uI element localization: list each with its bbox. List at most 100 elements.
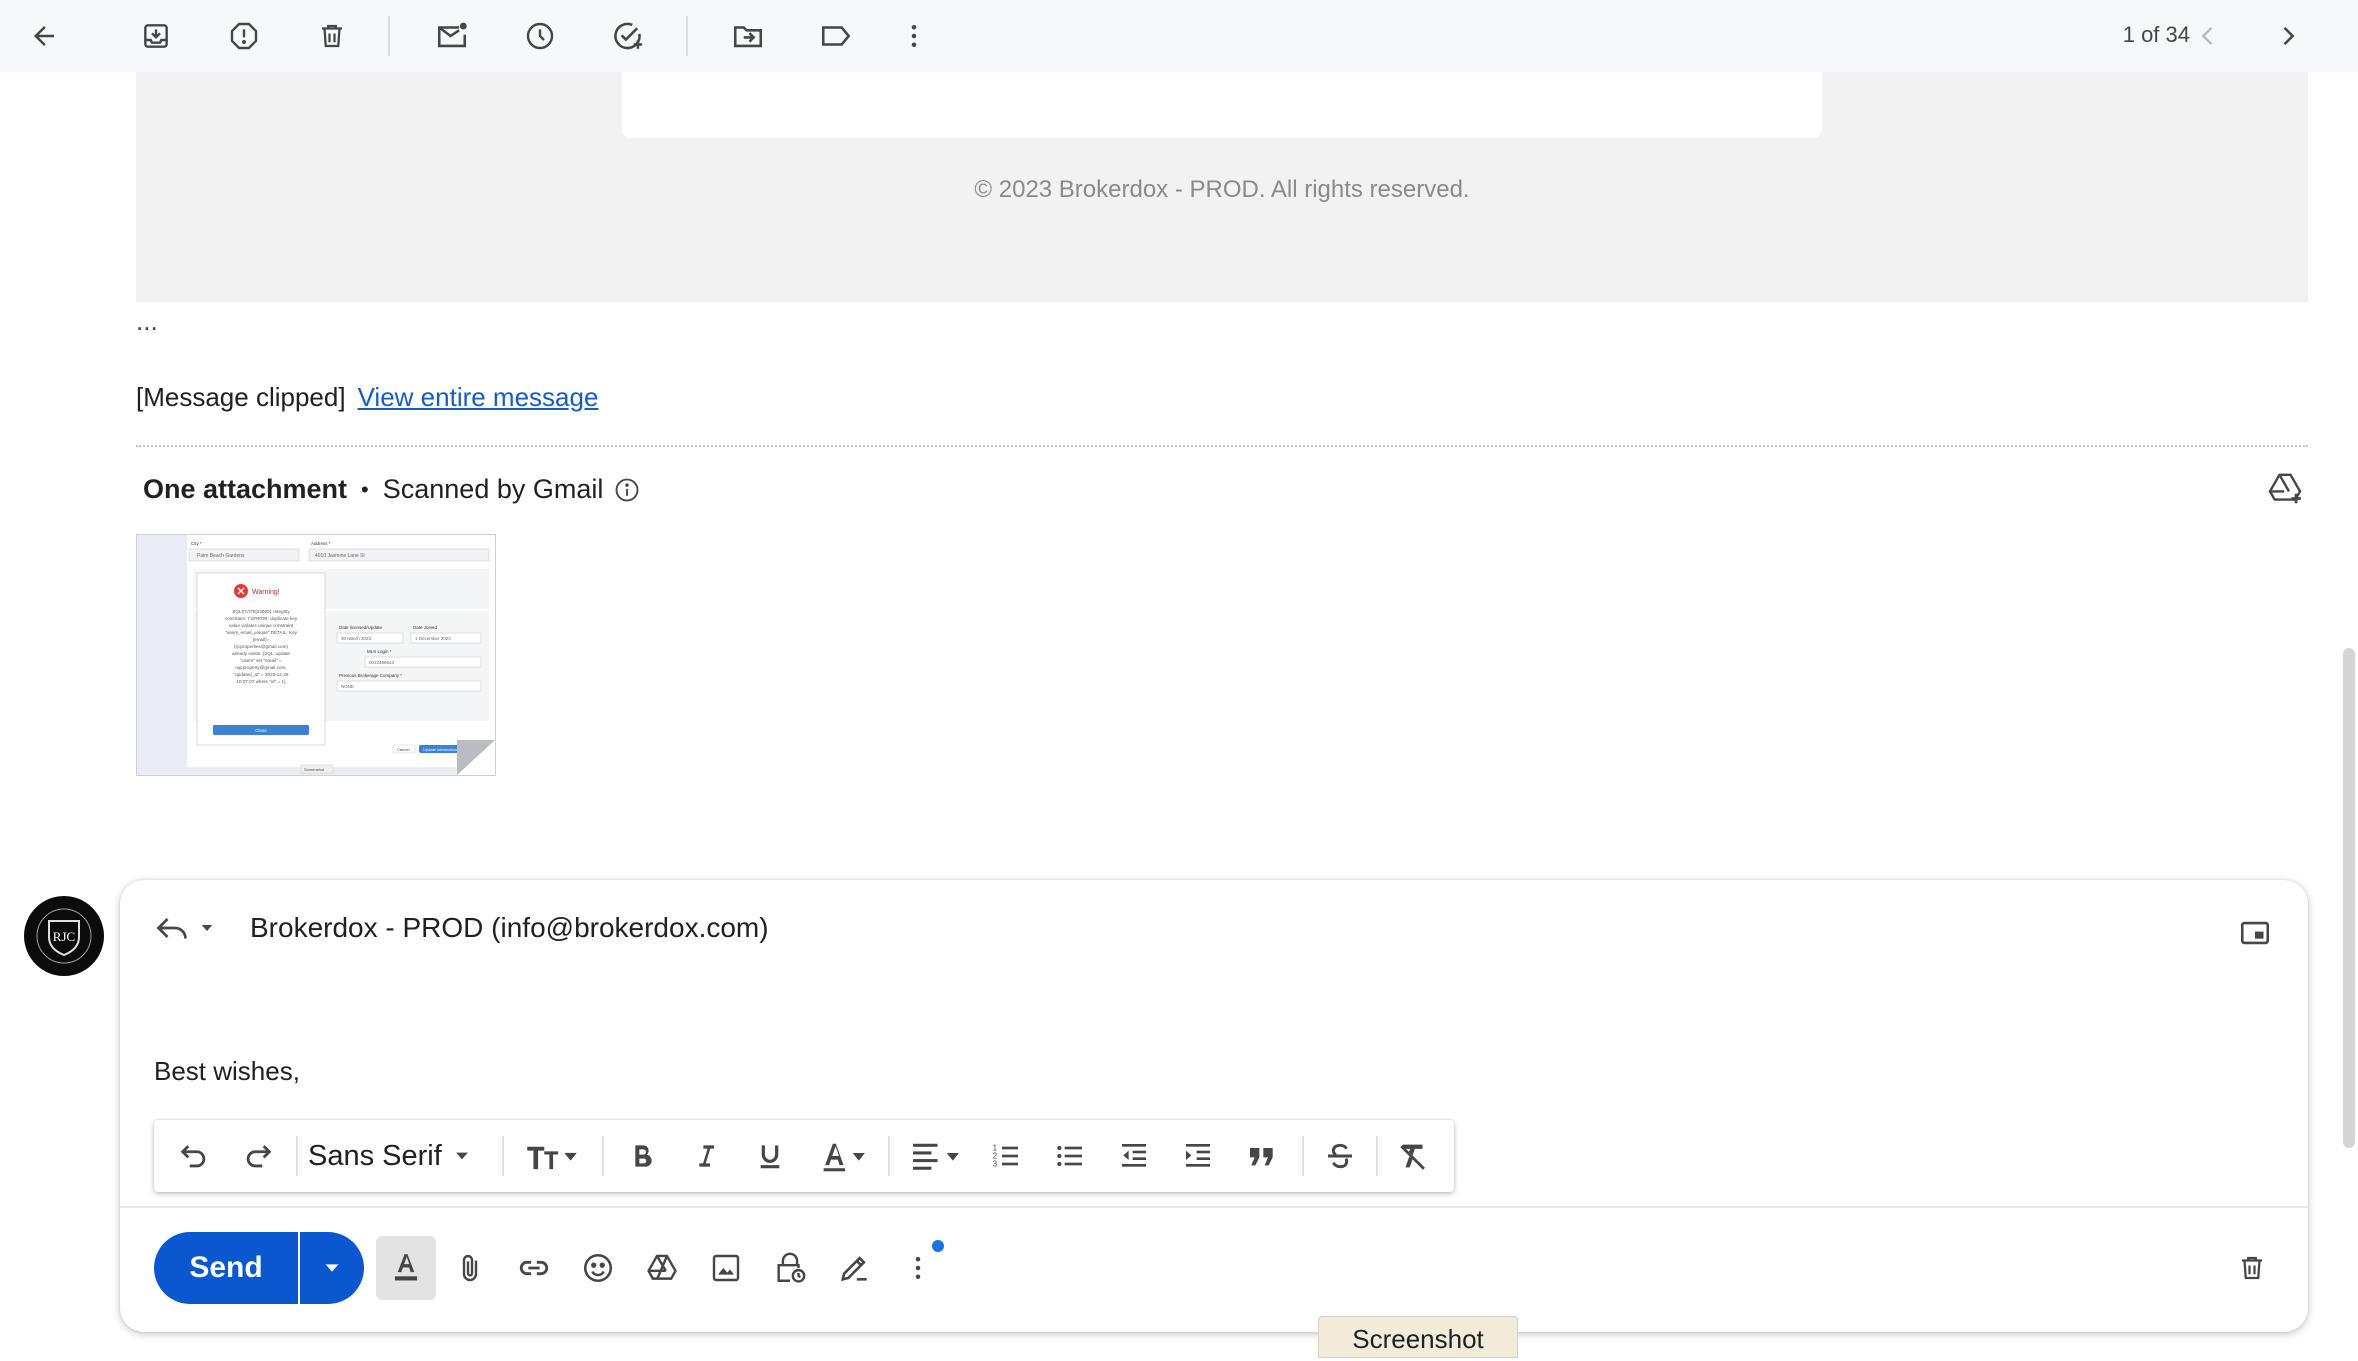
avatar[interactable]: RJC bbox=[24, 896, 104, 976]
thumb-date-value-1: 30 March 2023 bbox=[341, 636, 372, 641]
underline-button[interactable] bbox=[744, 1132, 796, 1180]
indent-more-icon bbox=[1182, 1140, 1214, 1172]
italic-icon bbox=[690, 1140, 722, 1172]
older-button[interactable] bbox=[2258, 14, 2318, 58]
insert-photo-button[interactable] bbox=[696, 1236, 756, 1300]
numbered-list-icon: 123 bbox=[990, 1140, 1022, 1172]
snooze-button[interactable] bbox=[510, 14, 570, 58]
newer-button[interactable] bbox=[2178, 14, 2238, 58]
thumb-error-line: "users_email_unique" DETAIL: Key bbox=[225, 630, 298, 635]
confidential-mode-button[interactable] bbox=[760, 1236, 820, 1300]
attach-files-button[interactable] bbox=[440, 1236, 500, 1300]
notification-dot bbox=[932, 1240, 944, 1252]
numbered-list-button[interactable]: 123 bbox=[980, 1132, 1032, 1180]
bulleted-list-button[interactable] bbox=[1044, 1132, 1096, 1180]
align-left-icon bbox=[910, 1139, 962, 1173]
thumb-prev-value: NONE bbox=[341, 684, 354, 689]
separator-dot: • bbox=[361, 476, 369, 502]
svg-text:3: 3 bbox=[993, 1160, 998, 1169]
pop-out-reply-button[interactable] bbox=[2238, 916, 2272, 950]
remove-formatting-button[interactable] bbox=[1388, 1132, 1440, 1180]
align-button[interactable] bbox=[902, 1132, 970, 1180]
font-family-value: Sans Serif bbox=[308, 1139, 442, 1172]
more-actions-button[interactable] bbox=[884, 14, 944, 58]
archive-button[interactable] bbox=[126, 14, 186, 58]
thumb-screenshot-tag: Screenshot bbox=[304, 767, 325, 772]
thumb-error-line: "updated_at" = 2023-12-25 bbox=[234, 672, 289, 677]
delete-button[interactable] bbox=[302, 14, 362, 58]
send-options-button[interactable] bbox=[300, 1232, 364, 1304]
chevron-right-icon bbox=[2274, 22, 2302, 50]
thumb-error-line: constraint: 7 ERROR: duplicate key bbox=[225, 616, 298, 621]
indent-more-button[interactable] bbox=[1172, 1132, 1224, 1180]
more-vert-icon bbox=[903, 1253, 933, 1283]
text-color-button[interactable] bbox=[808, 1132, 876, 1180]
insert-emoji-button[interactable] bbox=[568, 1236, 628, 1300]
font-family-select[interactable]: Sans Serif bbox=[308, 1132, 498, 1180]
font-size-button[interactable] bbox=[516, 1132, 588, 1180]
email-content-card bbox=[622, 72, 1822, 138]
delete-icon bbox=[317, 21, 347, 51]
thumb-error-line: 10:07:07 where "id" = 1) bbox=[236, 679, 286, 684]
thumb-mls-value: 0023456543 bbox=[369, 660, 395, 665]
thumb-prev-label: Previous Brokerage Company * bbox=[339, 673, 402, 678]
mark-unread-button[interactable] bbox=[422, 14, 482, 58]
insert-link-button[interactable] bbox=[504, 1236, 564, 1300]
send-button[interactable]: Send bbox=[154, 1232, 298, 1304]
view-entire-message-link[interactable]: View entire message bbox=[358, 382, 599, 412]
italic-button[interactable] bbox=[680, 1132, 732, 1180]
thumb-address-label: Address * bbox=[311, 541, 331, 546]
trimmed-content-ellipsis[interactable]: ... bbox=[136, 306, 158, 337]
scanned-label: Scanned by Gmail bbox=[382, 474, 604, 504]
bold-icon bbox=[626, 1140, 658, 1172]
attachments-count: One attachment bbox=[143, 474, 348, 504]
reply-type-selector[interactable] bbox=[154, 910, 216, 946]
thumb-city-value: Palm Beach Gardens bbox=[197, 553, 245, 559]
message-body-text[interactable]: Best wishes, bbox=[154, 1056, 300, 1087]
back-arrow-icon bbox=[29, 21, 59, 51]
drive-add-icon bbox=[2266, 470, 2304, 508]
report-spam-button[interactable] bbox=[214, 14, 274, 58]
caret-down-icon bbox=[321, 1257, 343, 1279]
quote-button[interactable] bbox=[1236, 1132, 1288, 1180]
snooze-icon bbox=[524, 20, 556, 52]
insert-signature-button[interactable] bbox=[824, 1236, 884, 1300]
label-icon bbox=[819, 19, 853, 53]
bulleted-list-icon bbox=[1054, 1140, 1086, 1172]
remove-formatting-icon bbox=[1397, 1139, 1431, 1173]
undo-button[interactable] bbox=[168, 1132, 220, 1180]
archive-icon bbox=[140, 20, 172, 52]
add-to-drive-button[interactable] bbox=[2266, 470, 2304, 508]
strikethrough-icon bbox=[1324, 1140, 1356, 1172]
recipient-field[interactable]: Brokerdox - PROD (info@brokerdox.com) bbox=[250, 912, 769, 944]
thumb-mls-label: MLS Login * bbox=[367, 649, 392, 654]
bold-button[interactable] bbox=[616, 1132, 668, 1180]
label-button[interactable] bbox=[806, 14, 866, 58]
scrollbar-thumb[interactable] bbox=[2343, 648, 2355, 1148]
thumb-error-line: SQLSTATE[23000]: Integrity bbox=[232, 609, 290, 614]
formatting-options-toggle[interactable] bbox=[376, 1236, 436, 1300]
thumb-date-label-1: Date licensed/Update bbox=[339, 625, 383, 630]
insert-drive-file-button[interactable] bbox=[632, 1236, 692, 1300]
strikethrough-button[interactable] bbox=[1314, 1132, 1366, 1180]
text-size-icon bbox=[524, 1139, 580, 1173]
footer-copyright: © 2023 Brokerdox - PROD. All rights rese… bbox=[974, 176, 1470, 203]
info-icon[interactable] bbox=[613, 476, 641, 504]
discard-draft-button[interactable] bbox=[2222, 1236, 2282, 1300]
attachment-thumbnail[interactable]: Palm Beach Gardens 4010 Jasmine Lane St … bbox=[136, 534, 496, 776]
back-button[interactable] bbox=[14, 14, 74, 58]
redo-button[interactable] bbox=[232, 1132, 284, 1180]
move-to-icon bbox=[731, 19, 765, 53]
mark-unread-icon bbox=[435, 19, 469, 53]
indent-less-button[interactable] bbox=[1108, 1132, 1160, 1180]
report-spam-icon bbox=[228, 20, 260, 52]
add-to-tasks-button[interactable] bbox=[598, 14, 658, 58]
thumb-date-value-2: 1 December 2023 bbox=[415, 636, 451, 641]
thumb-error-line: (email)= bbox=[253, 637, 270, 642]
pen-icon bbox=[837, 1251, 871, 1285]
message-clipped-notice: [Message clipped] View entire message bbox=[136, 382, 598, 413]
scrollbar[interactable] bbox=[2340, 72, 2358, 1346]
move-to-button[interactable] bbox=[718, 14, 778, 58]
attachment-divider bbox=[136, 445, 2308, 447]
attachment-paperclip-icon bbox=[454, 1252, 486, 1284]
